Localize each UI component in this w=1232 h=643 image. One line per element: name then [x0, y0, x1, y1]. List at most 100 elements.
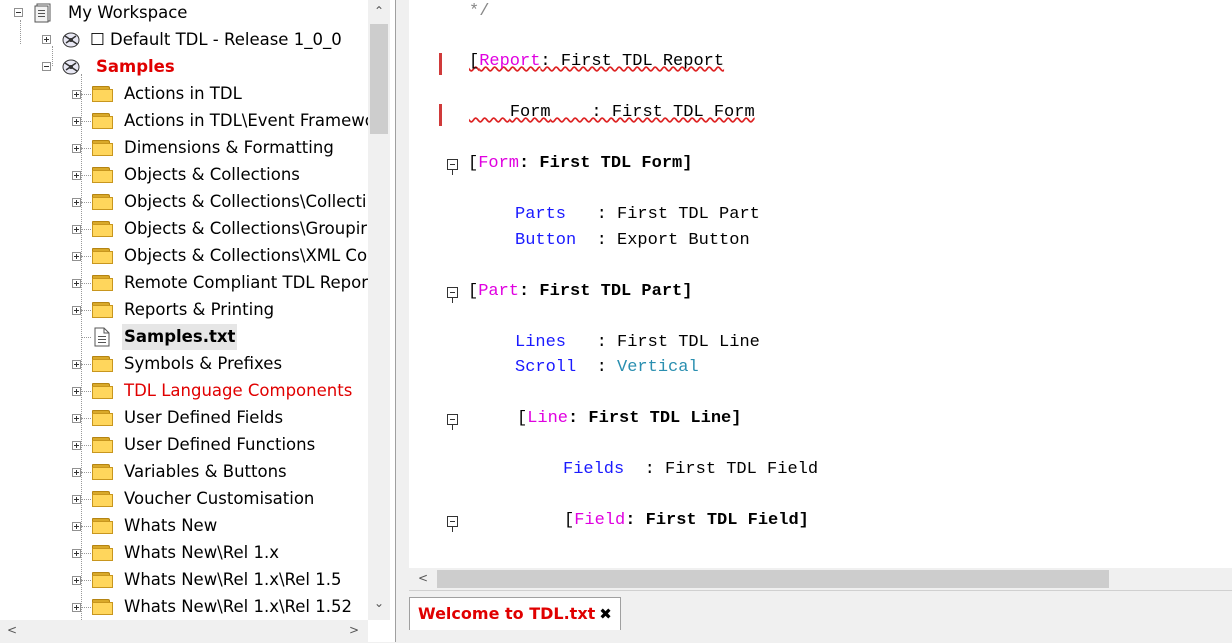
tree-folder-item[interactable]: Actions in TDL	[72, 81, 368, 107]
expand-toggle[interactable]	[72, 522, 81, 531]
scroll-thumb[interactable]	[437, 570, 1109, 588]
folder-icon	[92, 167, 114, 183]
tree-folder-item[interactable]: Remote Compliant TDL Report	[72, 270, 368, 296]
scroll-right-arrow-icon[interactable]: >	[344, 623, 364, 637]
tree-folder-item[interactable]: Whats New\Rel 1.x\Rel 1.5	[72, 567, 368, 593]
close-icon[interactable]: ✖	[599, 605, 612, 623]
folder-icon	[92, 302, 114, 318]
expand-toggle[interactable]	[42, 35, 51, 44]
scroll-down-arrow-icon[interactable]: ⌄	[369, 596, 389, 610]
code-editor[interactable]: */ [Report: First TDL Report Form : Firs…	[409, 0, 1232, 568]
tree-folder-item[interactable]: Objects & Collections\Collecti	[72, 189, 368, 215]
release-icon	[60, 30, 82, 50]
scroll-up-arrow-icon[interactable]: ⌃	[369, 4, 389, 18]
tree-file-item[interactable]: Samples.txt	[72, 324, 368, 350]
tab-welcome-to-tdl[interactable]: Welcome to TDL.txt ✖	[409, 597, 621, 630]
collapse-toggle[interactable]	[42, 62, 51, 71]
tree-folder-item[interactable]: Symbols & Prefixes	[72, 351, 368, 377]
fold-toggle-icon[interactable]	[447, 287, 458, 303]
tree-item-label: Objects & Collections\Groupir	[124, 219, 368, 238]
editor-gutter	[409, 0, 439, 568]
expand-toggle[interactable]	[72, 387, 81, 396]
expand-toggle[interactable]	[72, 576, 81, 585]
expand-toggle[interactable]	[72, 117, 81, 126]
expand-toggle[interactable]	[72, 306, 81, 315]
fold-toggle-icon[interactable]	[447, 414, 458, 430]
tree-folder-item[interactable]: User Defined Fields	[72, 405, 368, 431]
folder-icon	[92, 599, 114, 615]
tree-item-label: Objects & Collections\XML Co	[124, 246, 368, 265]
tree-guide	[81, 256, 91, 257]
tree-folder-item[interactable]: Objects & Collections\Groupir	[72, 216, 368, 242]
tree-folder-item[interactable]: Actions in TDL\Event Framewo	[72, 108, 368, 134]
folder-icon	[92, 275, 114, 291]
expand-toggle[interactable]	[72, 441, 81, 450]
scroll-left-arrow-icon[interactable]: <	[2, 623, 22, 637]
tree-item-samples[interactable]: Samples	[42, 54, 368, 80]
folder-icon	[92, 221, 114, 237]
tree-guide	[81, 94, 91, 95]
folder-icon	[92, 356, 114, 372]
tree-folder-item[interactable]: Objects & Collections	[72, 162, 368, 188]
tree-item-label: Whats New\Rel 1.x	[124, 543, 279, 562]
tree-item-label: Dimensions & Formatting	[124, 138, 334, 157]
tree-folder-item[interactable]: TDL Language Components	[72, 378, 368, 404]
tree-vertical-scrollbar[interactable]: ⌃ ⌄	[368, 0, 390, 620]
tree-guide	[81, 391, 91, 392]
scroll-thumb[interactable]	[370, 24, 388, 134]
expand-toggle[interactable]	[72, 414, 81, 423]
tree-item-label: Objects & Collections\Collecti	[124, 192, 367, 211]
expand-toggle[interactable]	[72, 360, 81, 369]
expand-toggle[interactable]	[72, 603, 81, 612]
folder-icon	[92, 572, 114, 588]
folder-icon	[92, 410, 114, 426]
fold-toggle-icon[interactable]	[447, 516, 458, 532]
tree-folder-item[interactable]: Whats New\Rel 1.x	[72, 540, 368, 566]
tree-folder-item[interactable]: Variables & Buttons	[72, 459, 368, 485]
expand-toggle[interactable]	[72, 468, 81, 477]
expand-toggle[interactable]	[72, 549, 81, 558]
tree-guide	[81, 499, 91, 500]
samples-label: Samples	[96, 57, 175, 76]
fold-toggle-icon[interactable]	[447, 159, 458, 175]
folder-icon	[92, 437, 114, 453]
expand-toggle[interactable]	[72, 252, 81, 261]
tree-item-label: Whats New\Rel 1.x\Rel 1.52	[124, 597, 352, 616]
collapse-toggle[interactable]	[14, 8, 23, 17]
code-line-parts: Parts : First TDL Part	[515, 205, 760, 224]
folder-icon	[92, 383, 114, 399]
tree-folder-item[interactable]: Whats New	[72, 513, 368, 539]
expand-toggle[interactable]	[72, 279, 81, 288]
folder-icon	[92, 113, 114, 129]
tree-folder-item[interactable]: Reports & Printing	[72, 297, 368, 323]
folder-icon	[92, 464, 114, 480]
editor-horizontal-scrollbar[interactable]: <	[409, 568, 1232, 590]
samples-icon	[60, 57, 82, 77]
tree-folder-item[interactable]: User Defined Functions	[72, 432, 368, 458]
tree-folder-item[interactable]: Dimensions & Formatting	[72, 135, 368, 161]
tree-item-release[interactable]: ☐ Default TDL - Release 1_0_0	[42, 27, 368, 53]
expand-toggle[interactable]	[72, 171, 81, 180]
code-line-part-def: [Part: First TDL Part]	[468, 282, 693, 301]
tree-root[interactable]: My Workspace	[14, 0, 368, 26]
tree-guide	[81, 337, 91, 338]
tree-item-label: User Defined Functions	[124, 435, 316, 454]
tree-folder-item[interactable]: Objects & Collections\XML Co	[72, 243, 368, 269]
tree-item-label: Remote Compliant TDL Report	[124, 273, 368, 292]
tree-folder-item[interactable]: Whats New\Rel 1.x\Rel 1.52	[72, 594, 368, 620]
expand-toggle[interactable]	[72, 495, 81, 504]
folder-icon	[92, 194, 114, 210]
expand-toggle[interactable]	[72, 225, 81, 234]
tree-folder-item[interactable]: Voucher Customisation	[72, 486, 368, 512]
expand-toggle[interactable]	[72, 144, 81, 153]
scroll-left-arrow-icon[interactable]: <	[413, 571, 433, 585]
tree-item-label: Actions in TDL\Event Framewo	[124, 111, 368, 130]
document-tab-bar: Welcome to TDL.txt ✖	[409, 590, 1232, 643]
workspace-tree: My Workspace ☐ Default TDL - Release 1_0…	[0, 0, 368, 620]
tree-horizontal-scrollbar[interactable]: < >	[0, 620, 368, 642]
expand-toggle[interactable]	[72, 90, 81, 99]
tree-guide	[81, 526, 91, 527]
release-label: ☐ Default TDL - Release 1_0_0	[90, 30, 342, 49]
code-line-fields: Fields : First TDL Field	[563, 460, 819, 479]
expand-toggle[interactable]	[72, 198, 81, 207]
